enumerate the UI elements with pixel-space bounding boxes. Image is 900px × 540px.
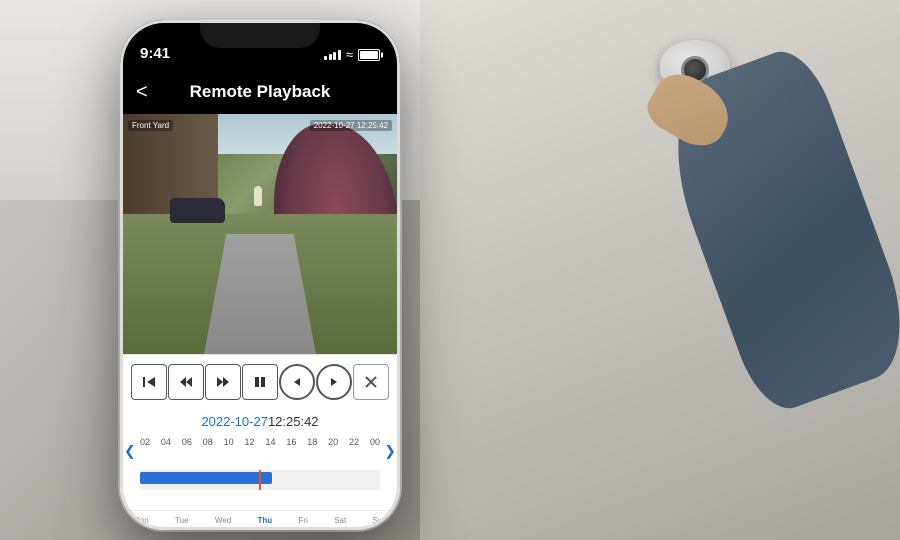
- datetime-bar: 2022-10-27 12:25:42: [120, 409, 400, 433]
- skip-to-start-button[interactable]: [131, 364, 167, 400]
- phone-body: 9:41 ≈ 100 < Remote Playback: [120, 20, 400, 530]
- timeline-label-00: 00: [370, 437, 380, 447]
- scene-car: [170, 198, 225, 223]
- next-segment-button[interactable]: [316, 364, 352, 400]
- timeline-label-16: 16: [286, 437, 296, 447]
- close-button[interactable]: [353, 364, 389, 400]
- timeline-label-04: 04: [161, 437, 171, 447]
- battery-label: 100: [359, 50, 379, 60]
- timeline-recording-bar: [140, 472, 272, 484]
- page-title: Remote Playback: [190, 82, 331, 102]
- fast-forward-button[interactable]: [205, 364, 241, 400]
- back-button[interactable]: <: [136, 81, 148, 104]
- signal-bar-3: [333, 52, 336, 60]
- timeline-label-22: 22: [349, 437, 359, 447]
- playback-time: 12:25:42: [268, 414, 319, 429]
- timeline-scroll-right[interactable]: ❯: [384, 442, 396, 459]
- battery-icon: 100: [358, 49, 380, 61]
- nav-bar: < Remote Playback: [120, 70, 400, 114]
- timeline-cursor: [259, 470, 261, 490]
- timeline-label-02: 02: [140, 437, 150, 447]
- phone-notch: [200, 20, 320, 48]
- cal-mon[interactable]: Mon: [133, 516, 149, 525]
- signal-bar-4: [338, 50, 341, 60]
- video-timestamp: 2022-10-27 12:25:42: [310, 120, 392, 131]
- timeline-label-18: 18: [307, 437, 317, 447]
- phone-mockup: 9:41 ≈ 100 < Remote Playback: [120, 20, 400, 530]
- pause-button[interactable]: [242, 364, 278, 400]
- video-player[interactable]: Front Yard 2022-10-27 12:25:42: [120, 114, 400, 354]
- camera-label: Front Yard: [128, 120, 173, 131]
- timeline-ruler: ❮ 02 04 06 08 10 12 14 16 18 20 22 00 ❯: [120, 433, 400, 468]
- timeline-label-08: 08: [203, 437, 213, 447]
- signal-bar-2: [329, 54, 332, 60]
- playback-controls: [120, 354, 400, 409]
- timeline-label-10: 10: [224, 437, 234, 447]
- status-icons: ≈ 100: [324, 47, 380, 62]
- timeline-bar[interactable]: [140, 470, 380, 490]
- video-content: Front Yard 2022-10-27 12:25:42: [120, 114, 400, 354]
- timeline-label-06: 06: [182, 437, 192, 447]
- timeline-label-12: 12: [245, 437, 255, 447]
- cal-fri[interactable]: Fri: [299, 516, 308, 525]
- timeline-label-14: 14: [265, 437, 275, 447]
- calendar-strip: Mon Tue Wed Thu Fri Sat Sun: [120, 510, 400, 530]
- timeline-scroll-left[interactable]: ❮: [124, 442, 136, 459]
- playback-date: 2022-10-27: [201, 414, 268, 429]
- prev-segment-button[interactable]: [279, 364, 315, 400]
- signal-bars-icon: [324, 50, 341, 60]
- signal-bar-1: [324, 56, 327, 60]
- cal-wed[interactable]: Wed: [215, 516, 231, 525]
- timeline-label-20: 20: [328, 437, 338, 447]
- wifi-icon: ≈: [346, 47, 353, 62]
- cal-sun[interactable]: Sun: [373, 516, 387, 525]
- timeline-labels: 02 04 06 08 10 12 14 16 18 20 22 00: [120, 437, 400, 447]
- person-installing: [670, 60, 870, 410]
- timeline-area[interactable]: ❮ 02 04 06 08 10 12 14 16 18 20 22 00 ❯: [120, 433, 400, 530]
- scene-person: [254, 186, 262, 206]
- cal-sat[interactable]: Sat: [334, 516, 346, 525]
- cal-tue[interactable]: Tue: [175, 516, 189, 525]
- rewind-button[interactable]: [168, 364, 204, 400]
- cal-thu[interactable]: Thu: [258, 516, 273, 525]
